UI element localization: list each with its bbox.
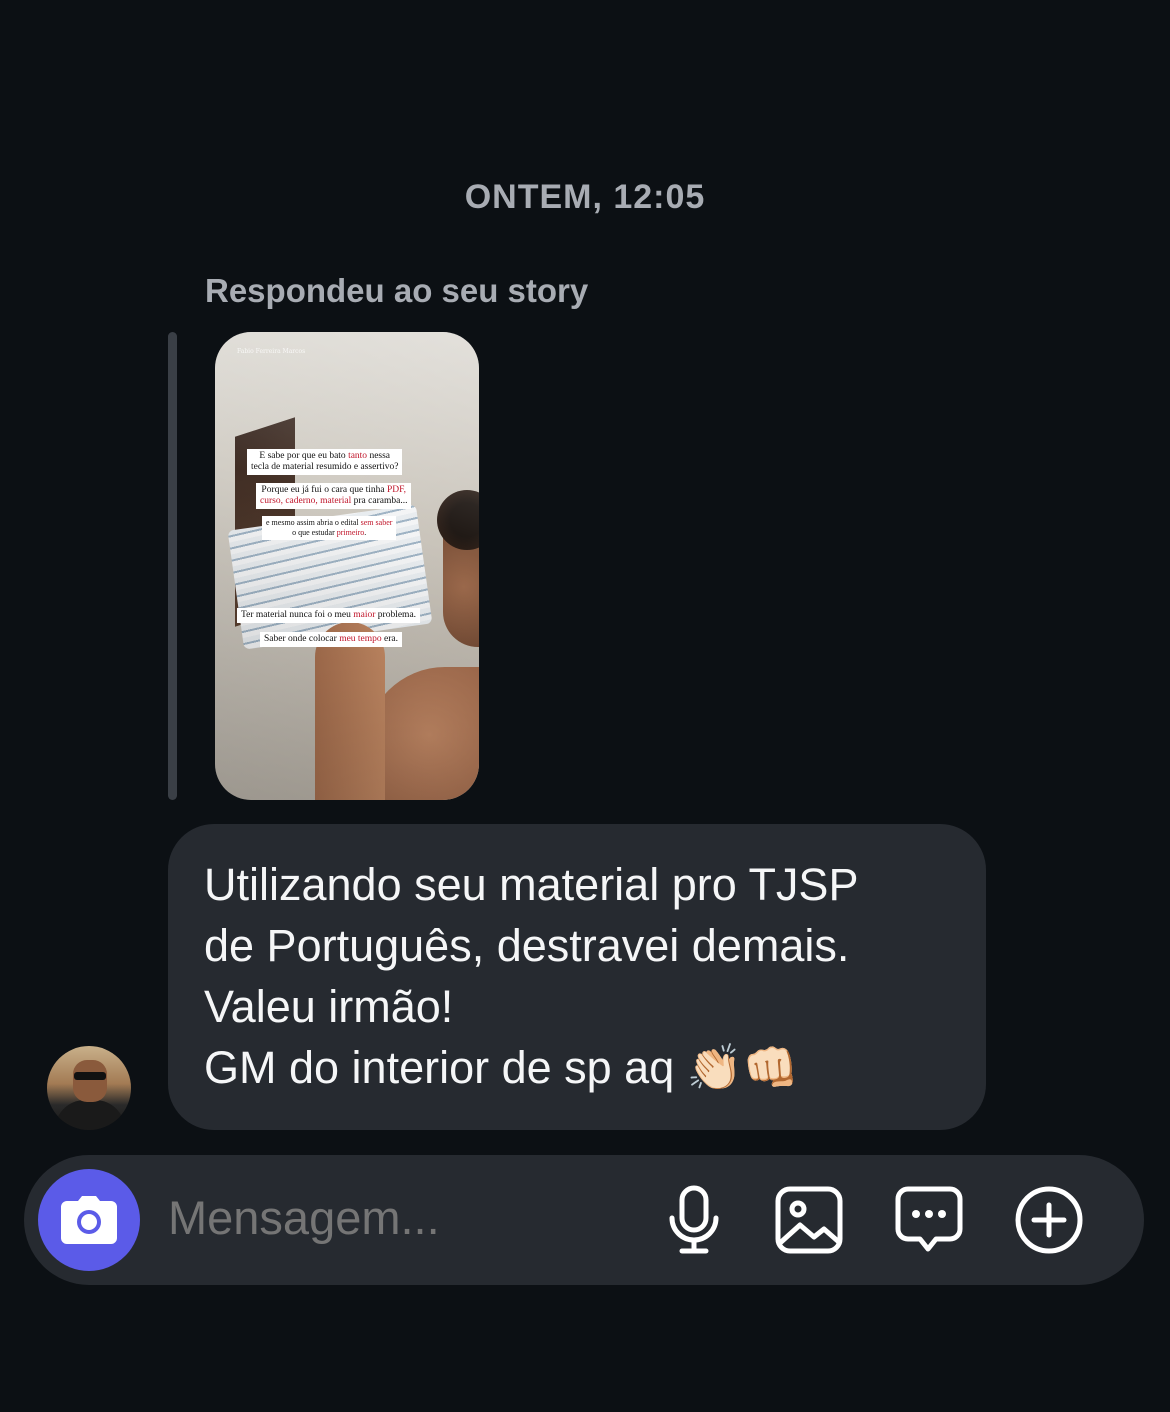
chat-screen: ONTEM, 12:05 Respondeu ao seu story Fabi… — [0, 0, 1170, 1412]
caption-text: Porque eu já fui o cara que tinha — [261, 485, 387, 495]
story-caption: E sabe por que eu bato tanto nessa tecla… — [247, 449, 403, 475]
caption-text: problema. — [375, 610, 417, 620]
caption-text: Ter material nunca foi o meu — [241, 610, 354, 620]
story-reply-label: Respondeu ao seu story — [205, 272, 589, 309]
message-line: GM do interior de sp aq 👏🏻👊🏻 — [204, 1042, 799, 1093]
story-caption: Porque eu já fui o cara que tinha PDF, c… — [256, 483, 412, 509]
reply-indicator-bar — [168, 332, 177, 800]
caption-text: pra caramba... — [351, 496, 408, 506]
sender-avatar[interactable] — [47, 1046, 131, 1130]
caption-text: e mesmo assim abria o edital — [266, 518, 361, 527]
message-line: Valeu irmão! — [204, 981, 454, 1032]
caption-text: nessa — [367, 451, 391, 461]
message-line: Utilizando seu material pro TJSP — [204, 859, 859, 910]
caption-highlight: curso, caderno, material — [260, 496, 352, 506]
message-timestamp: ONTEM, 12:05 — [464, 178, 706, 216]
caption-highlight: PDF, — [386, 485, 407, 495]
camera-icon — [61, 1196, 117, 1244]
caption-text: Saber onde colocar — [264, 634, 340, 644]
caption-highlight: sem saber — [360, 518, 393, 527]
message-line: de Português, destravei demais. — [204, 920, 850, 971]
caption-highlight: maior — [353, 610, 376, 620]
gallery-button[interactable] — [773, 1184, 845, 1256]
image-icon — [775, 1186, 843, 1254]
more-options-button[interactable] — [1013, 1184, 1085, 1256]
story-preview[interactable]: Fabio Ferreira Marcos E sabe por que eu … — [215, 332, 479, 800]
plus-circle-icon — [1015, 1186, 1083, 1254]
microphone-icon — [669, 1185, 719, 1254]
caption-text: E sabe por que eu bato — [259, 451, 349, 461]
story-caption: Saber onde colocar meu tempo era. — [260, 632, 403, 647]
caption-highlight: tanto — [348, 451, 368, 461]
microphone-button[interactable] — [658, 1184, 730, 1256]
story-lighting — [215, 332, 479, 800]
avatar-glasses — [74, 1072, 106, 1080]
avatar-face — [73, 1060, 107, 1102]
sticker-message-icon — [895, 1186, 963, 1252]
caption-text: era. — [381, 634, 399, 644]
avatar-shirt — [55, 1100, 125, 1130]
story-caption: Ter material nunca foi o meu maior probl… — [237, 608, 421, 623]
sticker-message-button[interactable] — [893, 1184, 965, 1256]
camera-button[interactable] — [38, 1169, 140, 1271]
story-watermark: Fabio Ferreira Marcos — [237, 348, 306, 355]
message-bubble[interactable]: Utilizando seu material pro TJSP de Port… — [168, 824, 986, 1130]
caption-text: o que estudar — [292, 528, 337, 537]
caption-text: . — [364, 528, 367, 537]
caption-highlight: primeiro — [336, 528, 365, 537]
story-caption: e mesmo assim abria o edital sem saber o… — [262, 516, 397, 540]
caption-text: tecla de material resumido e assertivo? — [251, 462, 399, 472]
message-input[interactable] — [168, 1190, 608, 1245]
caption-highlight: meu tempo — [339, 634, 382, 644]
